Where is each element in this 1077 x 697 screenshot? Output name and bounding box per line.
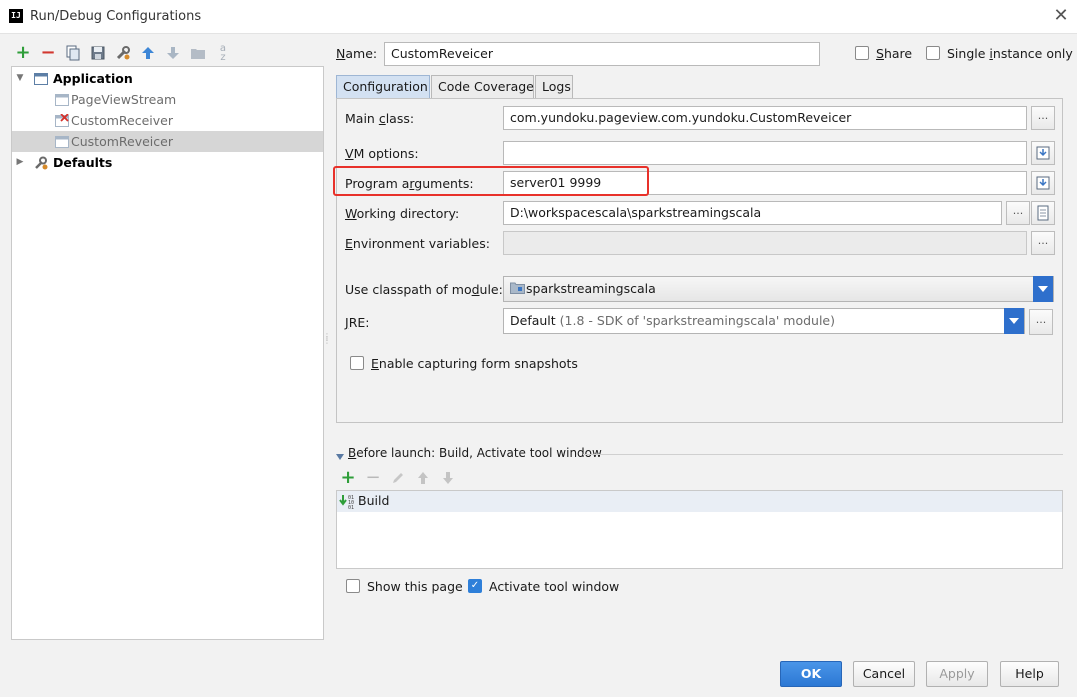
- move-task-down-icon[interactable]: [439, 469, 457, 487]
- jre-detail: (1.8 - SDK of 'sparkstreamingscala' modu…: [559, 313, 836, 328]
- cancel-button[interactable]: Cancel: [853, 661, 915, 687]
- remove-configuration-icon[interactable]: −: [39, 44, 57, 62]
- main-class-label: Main class:: [345, 111, 415, 126]
- expand-program-arguments-icon[interactable]: [1031, 171, 1055, 195]
- environment-variables-label: Environment variables:: [345, 236, 490, 251]
- tree-label: CustomReveicer: [71, 134, 173, 149]
- tree-label: PageViewStream: [71, 92, 177, 107]
- tab-code-coverage[interactable]: Code Coverage: [431, 75, 534, 98]
- configuration-icon: [55, 92, 69, 106]
- working-directory-input[interactable]: D:\workspacescala\sparkstreamingscala: [503, 201, 1002, 225]
- single-instance-checkbox[interactable]: [926, 46, 940, 60]
- apply-button[interactable]: Apply: [926, 661, 988, 687]
- vm-options-label: VM options:: [345, 146, 419, 161]
- tree-node-customreveicer[interactable]: CustomReveicer: [12, 131, 323, 152]
- jre-value: Default: [510, 313, 556, 328]
- browse-working-directory-button[interactable]: ...: [1006, 201, 1030, 225]
- classpath-module-select[interactable]: sparkstreamingscala: [503, 276, 1054, 302]
- add-task-icon[interactable]: +: [339, 469, 357, 487]
- tree-label: CustomReceiver: [71, 113, 173, 128]
- expand-vm-options-icon[interactable]: [1031, 141, 1055, 165]
- wrench-icon: [34, 155, 48, 170]
- edit-environment-variables-button[interactable]: ...: [1031, 231, 1055, 255]
- before-launch-separator: [583, 454, 1063, 455]
- intellij-app-icon: IJ: [9, 9, 23, 23]
- browse-main-class-button[interactable]: ...: [1031, 106, 1055, 130]
- share-checkbox[interactable]: [855, 46, 869, 60]
- build-icon: 01 10 01: [339, 493, 355, 512]
- before-launch-header[interactable]: Before launch: Build, Activate tool wind…: [348, 446, 602, 460]
- sort-icon[interactable]: az: [214, 44, 232, 63]
- vm-options-input[interactable]: [503, 141, 1027, 165]
- expand-arrow-icon[interactable]: ▶: [15, 152, 25, 173]
- capture-snapshots-label: Enable capturing form snapshots: [371, 356, 578, 371]
- show-page-checkbox[interactable]: [346, 579, 360, 593]
- classpath-module-label: Use classpath of module:: [345, 282, 503, 297]
- configurations-tree: ▼ Application PageViewStream CustomRecei…: [11, 66, 324, 640]
- tree-node-application[interactable]: ▼ Application: [12, 68, 323, 89]
- folder-icon[interactable]: [189, 44, 207, 62]
- show-page-label: Show this page: [367, 579, 463, 594]
- activate-tool-window-checkbox[interactable]: ✓: [468, 579, 482, 593]
- environment-variables-input[interactable]: [503, 231, 1027, 255]
- edit-task-icon[interactable]: [389, 469, 407, 487]
- capture-snapshots-checkbox[interactable]: [350, 356, 364, 370]
- name-input[interactable]: CustomReveicer: [384, 42, 820, 66]
- remove-task-icon[interactable]: −: [364, 469, 382, 487]
- task-label: Build: [358, 493, 390, 508]
- move-task-up-icon[interactable]: [414, 469, 432, 487]
- module-folder-icon: [510, 278, 526, 302]
- ok-button[interactable]: OK: [780, 661, 842, 687]
- working-directory-label: Working directory:: [345, 206, 460, 221]
- main-class-input[interactable]: com.yundoku.pageview.com.yundoku.CustomR…: [503, 106, 1027, 130]
- tab-logs[interactable]: Logs: [535, 75, 573, 98]
- activate-tool-window-label: Activate tool window: [489, 579, 620, 594]
- collapse-arrow-icon[interactable]: ▼: [15, 68, 25, 89]
- invalid-configuration-icon: [55, 113, 69, 127]
- close-icon[interactable]: ✕: [1052, 6, 1070, 26]
- single-instance-label: Single instance only: [947, 46, 1073, 61]
- before-launch-list: 01 10 01 Build: [336, 490, 1063, 569]
- highlight-annotation-box: [333, 166, 649, 196]
- tree-node-defaults[interactable]: ▶ Defaults: [12, 152, 323, 173]
- tree-node-customreceiver[interactable]: CustomReceiver: [12, 110, 323, 131]
- chevron-down-icon[interactable]: [1033, 276, 1053, 302]
- jre-label: JRE:: [345, 315, 370, 330]
- name-label: Name:: [336, 46, 378, 61]
- browse-jre-button[interactable]: ...: [1029, 309, 1053, 335]
- tree-label-defaults: Defaults: [53, 155, 113, 170]
- list-item[interactable]: 01 10 01 Build: [337, 491, 1062, 512]
- insert-macro-icon[interactable]: [1031, 201, 1055, 225]
- classpath-module-value: sparkstreamingscala: [526, 281, 656, 296]
- help-button[interactable]: Help: [1000, 661, 1059, 687]
- splitter-handle[interactable]: ⋮ ⋮: [323, 333, 331, 347]
- save-configuration-icon[interactable]: [89, 44, 107, 62]
- share-label: Share: [876, 46, 913, 61]
- tree-node-pageviewstream[interactable]: PageViewStream: [12, 89, 323, 110]
- svg-text:01: 01: [348, 505, 354, 509]
- window-title: Run/Debug Configurations: [30, 9, 202, 24]
- edit-defaults-icon[interactable]: [114, 44, 132, 62]
- tree-label-application: Application: [53, 71, 133, 86]
- move-up-icon[interactable]: [139, 44, 157, 62]
- collapse-before-launch-icon[interactable]: [336, 449, 344, 460]
- jre-select[interactable]: Default (1.8 - SDK of 'sparkstreamingsca…: [503, 308, 1025, 334]
- application-icon: [34, 71, 48, 85]
- move-down-icon[interactable]: [164, 44, 182, 62]
- add-configuration-icon[interactable]: +: [14, 44, 32, 62]
- chevron-down-icon[interactable]: [1004, 308, 1024, 334]
- copy-configuration-icon[interactable]: [64, 44, 82, 62]
- configuration-icon: [55, 134, 69, 148]
- tab-configuration[interactable]: Configuration: [336, 75, 430, 98]
